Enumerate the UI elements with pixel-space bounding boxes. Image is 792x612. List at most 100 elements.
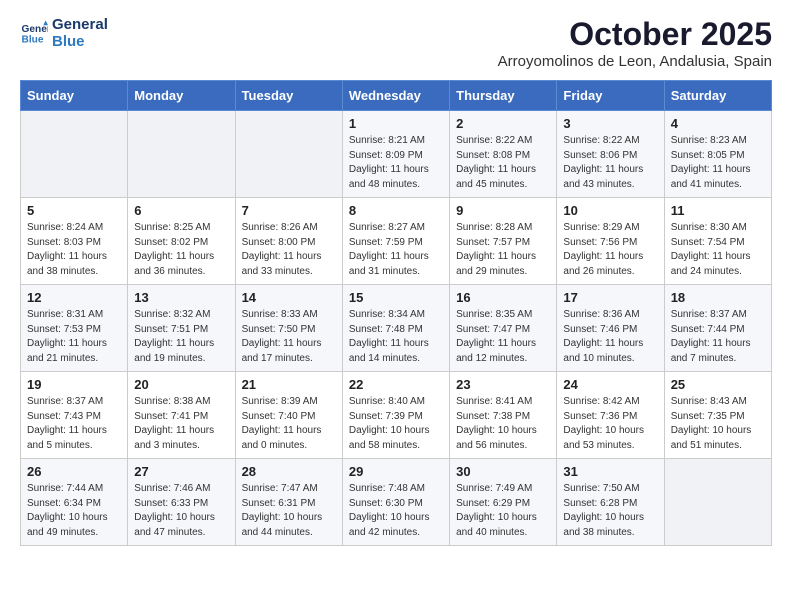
logo: General Blue General Blue (20, 16, 108, 50)
day-info: Sunrise: 8:33 AM Sunset: 7:50 PM Dayligh… (242, 308, 336, 366)
calendar-cell: 30Sunrise: 7:49 AM Sunset: 6:29 PM Dayli… (450, 459, 557, 546)
day-info: Sunrise: 8:36 AM Sunset: 7:46 PM Dayligh… (563, 308, 657, 366)
day-number: 8 (349, 203, 443, 218)
calendar-cell: 12 Sunrise: 8:31 AM Sunset: 7:53 PM Dayli… (21, 285, 128, 372)
header-monday: Monday (128, 81, 235, 111)
day-info: Sunrise: 8:38 AM Sunset: 7:41 PM Dayligh… (134, 395, 228, 453)
day-number: 29 (349, 464, 443, 479)
day-number: 6 (134, 203, 228, 218)
day-info: Sunrise: 8:32 AM Sunset: 7:51 PM Dayligh… (134, 308, 228, 366)
calendar-cell: 24 Sunrise: 8:42 AM Sunset: 7:36 PM Dayli… (557, 372, 664, 459)
day-number: 21 (242, 377, 336, 392)
day-number: 5 (27, 203, 121, 218)
day-info: Sunrise: 8:39 AM Sunset: 7:40 PM Dayligh… (242, 395, 336, 453)
day-number: 26 (27, 464, 121, 479)
day-info: Sunrise: 7:46 AM Sunset: 6:33 PM Dayligh… (134, 482, 228, 540)
day-info: Sunrise: 7:44 AM Sunset: 6:34 PM Dayligh… (27, 482, 121, 540)
day-info: Sunrise: 8:42 AM Sunset: 7:36 PM Dayligh… (563, 395, 657, 453)
day-number: 4 (671, 116, 765, 131)
day-info: Sunrise: 8:35 AM Sunset: 7:47 PM Dayligh… (456, 308, 550, 366)
day-number: 20 (134, 377, 228, 392)
day-number: 3 (563, 116, 657, 131)
day-number: 28 (242, 464, 336, 479)
day-info: Sunrise: 8:37 AM Sunset: 7:43 PM Dayligh… (27, 395, 121, 453)
calendar-cell: 4 Sunrise: 8:23 AM Sunset: 8:05 PM Daylig… (664, 111, 771, 198)
logo-line2: Blue (52, 33, 108, 50)
day-number: 24 (563, 377, 657, 392)
calendar-cell: 18 Sunrise: 8:37 AM Sunset: 7:44 PM Dayli… (664, 285, 771, 372)
header-sunday: Sunday (21, 81, 128, 111)
calendar-cell (664, 459, 771, 546)
day-number: 14 (242, 290, 336, 305)
calendar-cell (235, 111, 342, 198)
svg-text:Blue: Blue (22, 34, 44, 45)
day-info: Sunrise: 8:30 AM Sunset: 7:54 PM Dayligh… (671, 221, 765, 279)
day-number: 30 (456, 464, 550, 479)
day-info: Sunrise: 8:40 AM Sunset: 7:39 PM Dayligh… (349, 395, 443, 453)
day-info: Sunrise: 8:26 AM Sunset: 8:00 PM Dayligh… (242, 221, 336, 279)
day-info: Sunrise: 8:43 AM Sunset: 7:35 PM Dayligh… (671, 395, 765, 453)
day-info: Sunrise: 8:22 AM Sunset: 8:08 PM Dayligh… (456, 134, 550, 192)
day-number: 25 (671, 377, 765, 392)
day-info: Sunrise: 8:25 AM Sunset: 8:02 PM Dayligh… (134, 221, 228, 279)
day-number: 19 (27, 377, 121, 392)
day-info: Sunrise: 7:48 AM Sunset: 6:30 PM Dayligh… (349, 482, 443, 540)
day-info: Sunrise: 8:24 AM Sunset: 8:03 PM Dayligh… (27, 221, 121, 279)
calendar-cell: 22 Sunrise: 8:40 AM Sunset: 7:39 PM Dayli… (342, 372, 449, 459)
header-saturday: Saturday (664, 81, 771, 111)
day-info: Sunrise: 8:28 AM Sunset: 7:57 PM Dayligh… (456, 221, 550, 279)
calendar-cell: 25 Sunrise: 8:43 AM Sunset: 7:35 PM Dayli… (664, 372, 771, 459)
day-number: 12 (27, 290, 121, 305)
calendar-cell: 28 Sunrise: 7:47 AM Sunset: 6:31 PM Dayli… (235, 459, 342, 546)
calendar-cell (128, 111, 235, 198)
day-info: Sunrise: 8:34 AM Sunset: 7:48 PM Dayligh… (349, 308, 443, 366)
day-info: Sunrise: 8:23 AM Sunset: 8:05 PM Dayligh… (671, 134, 765, 192)
day-number: 11 (671, 203, 765, 218)
day-number: 31 (563, 464, 657, 479)
calendar-cell: 9Sunrise: 8:28 AM Sunset: 7:57 PM Daylig… (450, 198, 557, 285)
calendar-cell: 26 Sunrise: 7:44 AM Sunset: 6:34 PM Dayli… (21, 459, 128, 546)
header-wednesday: Wednesday (342, 81, 449, 111)
calendar-week-1: 1 Sunrise: 8:21 AM Sunset: 8:09 PM Daylig… (21, 111, 772, 198)
calendar-cell: 31Sunrise: 7:50 AM Sunset: 6:28 PM Dayli… (557, 459, 664, 546)
calendar-week-2: 5 Sunrise: 8:24 AM Sunset: 8:03 PM Daylig… (21, 198, 772, 285)
header-friday: Friday (557, 81, 664, 111)
calendar-header-row: SundayMondayTuesdayWednesdayThursdayFrid… (21, 81, 772, 111)
month-title: October 2025 (498, 16, 772, 53)
location-subtitle: Arroyomolinos de Leon, Andalusia, Spain (498, 53, 772, 70)
calendar-table: SundayMondayTuesdayWednesdayThursdayFrid… (20, 80, 772, 546)
calendar-cell: 10 Sunrise: 8:29 AM Sunset: 7:56 PM Dayli… (557, 198, 664, 285)
day-number: 17 (563, 290, 657, 305)
calendar-cell: 21 Sunrise: 8:39 AM Sunset: 7:40 PM Dayli… (235, 372, 342, 459)
day-number: 13 (134, 290, 228, 305)
calendar-cell: 29 Sunrise: 7:48 AM Sunset: 6:30 PM Dayli… (342, 459, 449, 546)
calendar-cell: 27Sunrise: 7:46 AM Sunset: 6:33 PM Dayli… (128, 459, 235, 546)
logo-icon: General Blue (20, 19, 48, 47)
day-info: Sunrise: 8:37 AM Sunset: 7:44 PM Dayligh… (671, 308, 765, 366)
calendar-cell: 15 Sunrise: 8:34 AM Sunset: 7:48 PM Dayli… (342, 285, 449, 372)
day-info: Sunrise: 7:47 AM Sunset: 6:31 PM Dayligh… (242, 482, 336, 540)
day-number: 16 (456, 290, 550, 305)
day-number: 10 (563, 203, 657, 218)
calendar-week-5: 26 Sunrise: 7:44 AM Sunset: 6:34 PM Dayli… (21, 459, 772, 546)
day-info: Sunrise: 8:29 AM Sunset: 7:56 PM Dayligh… (563, 221, 657, 279)
day-info: Sunrise: 8:22 AM Sunset: 8:06 PM Dayligh… (563, 134, 657, 192)
day-number: 1 (349, 116, 443, 131)
calendar-cell: 23Sunrise: 8:41 AM Sunset: 7:38 PM Dayli… (450, 372, 557, 459)
calendar-cell: 20 Sunrise: 8:38 AM Sunset: 7:41 PM Dayli… (128, 372, 235, 459)
header-tuesday: Tuesday (235, 81, 342, 111)
day-number: 15 (349, 290, 443, 305)
day-info: Sunrise: 8:31 AM Sunset: 7:53 PM Dayligh… (27, 308, 121, 366)
day-info: Sunrise: 8:27 AM Sunset: 7:59 PM Dayligh… (349, 221, 443, 279)
header-thursday: Thursday (450, 81, 557, 111)
calendar-cell: 1 Sunrise: 8:21 AM Sunset: 8:09 PM Daylig… (342, 111, 449, 198)
calendar-cell: 2Sunrise: 8:22 AM Sunset: 8:08 PM Daylig… (450, 111, 557, 198)
day-number: 7 (242, 203, 336, 218)
calendar-cell: 16 Sunrise: 8:35 AM Sunset: 7:47 PM Dayli… (450, 285, 557, 372)
day-info: Sunrise: 8:21 AM Sunset: 8:09 PM Dayligh… (349, 134, 443, 192)
day-number: 22 (349, 377, 443, 392)
day-number: 18 (671, 290, 765, 305)
day-info: Sunrise: 8:41 AM Sunset: 7:38 PM Dayligh… (456, 395, 550, 453)
calendar-cell: 11 Sunrise: 8:30 AM Sunset: 7:54 PM Dayli… (664, 198, 771, 285)
calendar-cell: 19 Sunrise: 8:37 AM Sunset: 7:43 PM Dayli… (21, 372, 128, 459)
